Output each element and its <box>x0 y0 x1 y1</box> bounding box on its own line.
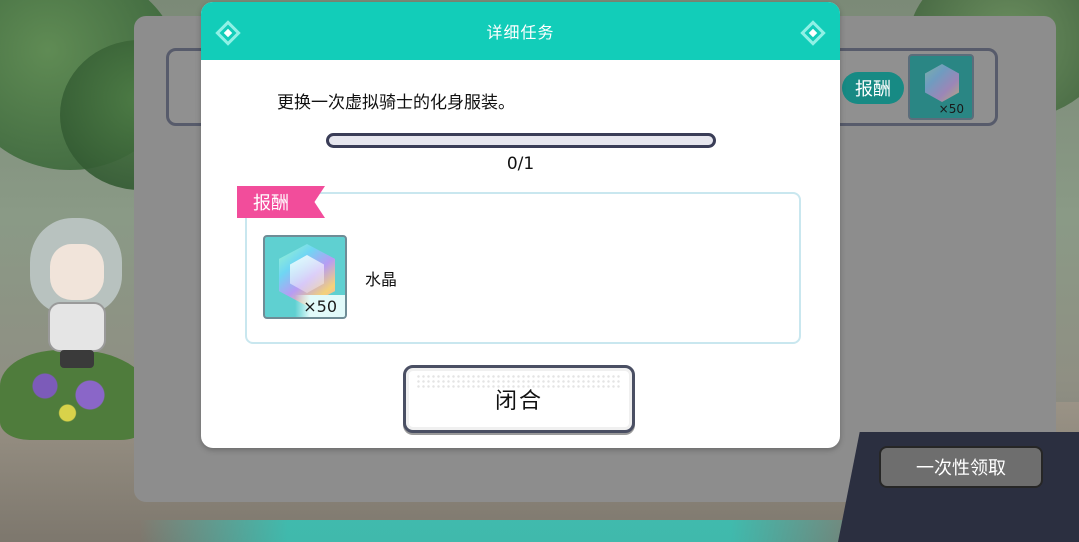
reward-item-name: 水晶 <box>365 270 398 289</box>
dialog-header: 详细任务 <box>201 2 840 60</box>
mission-detail-dialog: 详细任务 更换一次虚拟骑士的化身服装。 0/1 报酬 ×50 水晶 闭合 <box>201 2 840 448</box>
claim-all-button[interactable]: 一次性领取 <box>879 446 1043 488</box>
dialog-title: 详细任务 <box>486 23 555 42</box>
close-button[interactable]: 闭合 <box>403 365 635 433</box>
mission-description: 更换一次虚拟骑士的化身服装。 <box>277 93 515 113</box>
close-button-label: 闭合 <box>494 389 543 414</box>
chibi-character <box>22 218 130 368</box>
progress-text: 0/1 <box>506 154 535 174</box>
mission-card-crystal-tile: ×50 <box>908 54 974 120</box>
mission-card-reward-tag: 报酬 <box>842 72 904 104</box>
progress-bar-fill <box>329 136 713 145</box>
reward-ribbon: 报酬 <box>237 186 325 218</box>
reward-item-tile[interactable]: ×50 <box>263 235 347 319</box>
crystal-icon <box>925 64 959 102</box>
diamond-ornament-icon <box>215 20 241 46</box>
diamond-ornament-icon <box>800 20 826 46</box>
bottom-glow <box>140 520 879 542</box>
mission-card-crystal-quantity: ×50 <box>938 102 964 116</box>
reward-item-quantity: ×50 <box>303 297 337 316</box>
progress-bar <box>326 133 716 148</box>
